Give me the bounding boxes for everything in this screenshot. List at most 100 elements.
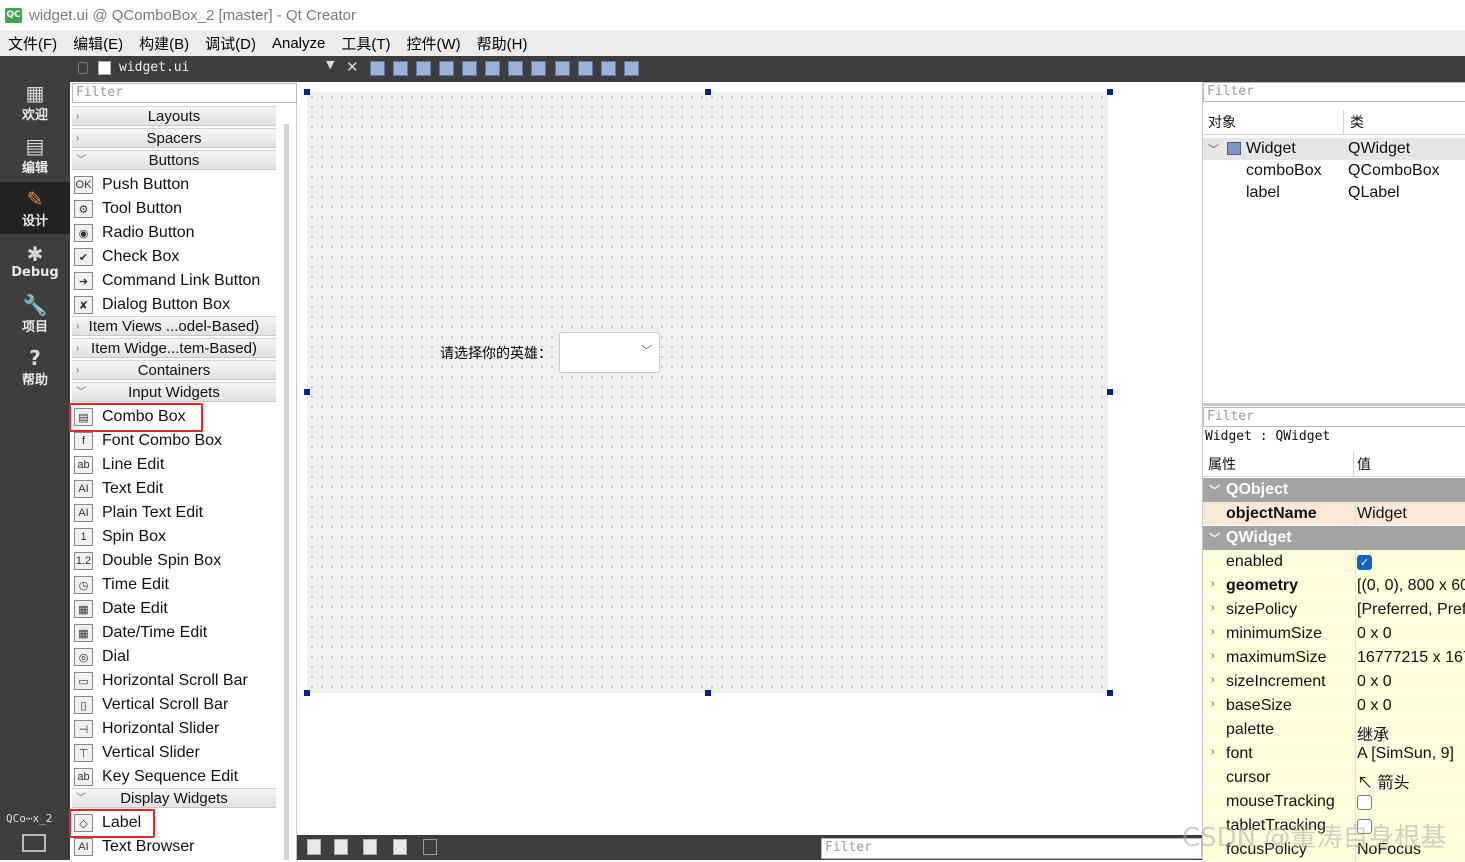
chevron-right-icon[interactable]: ›	[1211, 578, 1215, 590]
widget-category[interactable]: › Layouts	[72, 106, 276, 126]
widget-category[interactable]: ﹀ Input Widgets	[72, 382, 276, 402]
widget-item[interactable]: ✘ Dialog Button Box	[74, 293, 276, 317]
open-file-selector[interactable]: widget.ui	[98, 60, 189, 75]
menu-item[interactable]: 控件(W)	[399, 33, 469, 54]
property-value[interactable]: 0 x 0	[1355, 622, 1465, 646]
property-row[interactable]: › minimumSize 0 x 0	[1203, 622, 1465, 646]
file-dropdown-icon[interactable]: ▼	[326, 58, 334, 71]
menu-item[interactable]: Analyze	[264, 35, 333, 52]
widget-item[interactable]: ➜ Command Link Button	[74, 269, 276, 293]
edit-buddies-icon[interactable]	[416, 61, 431, 76]
paste-action-icon[interactable]	[363, 839, 377, 855]
property-checkbox[interactable]: ✓	[1357, 554, 1372, 570]
lock-icon[interactable]	[78, 62, 88, 74]
chevron-right-icon[interactable]: ›	[1211, 626, 1215, 638]
property-row[interactable]: › sizeIncrement 0 x 0	[1203, 670, 1465, 694]
widget-box-filter[interactable]: Filter	[72, 83, 297, 103]
widget-item[interactable]: ▭ Horizontal Scroll Bar	[74, 669, 276, 693]
property-row[interactable]: › maximumSize 16777215 x 16777215	[1203, 646, 1465, 670]
widget-item[interactable]: ◎ Dial	[74, 645, 276, 669]
splitter-horizontal-icon[interactable]	[508, 61, 523, 76]
mode-item[interactable]: ? 帮助	[0, 341, 70, 393]
widget-category[interactable]: ﹀ Display Widgets	[72, 788, 276, 808]
resize-handle-bottom-right[interactable]	[1107, 690, 1113, 696]
widget-item[interactable]: ab Key Sequence Edit	[74, 765, 276, 789]
object-row[interactable]: comboBox QComboBox	[1203, 160, 1465, 182]
property-row[interactable]: › geometry [(0, 0), 800 x 600]	[1203, 574, 1465, 598]
widget-item[interactable]: ▯ Vertical Scroll Bar	[74, 693, 276, 717]
widget-item[interactable]: ◉ Radio Button	[74, 221, 276, 245]
widget-category[interactable]: › Item Views ...odel-Based)	[72, 316, 276, 336]
property-value[interactable]: 16777215 x 16777215	[1355, 646, 1465, 670]
widget-category[interactable]: › Containers	[72, 360, 276, 380]
resize-handle-bottom[interactable]	[705, 690, 711, 696]
property-group[interactable]: ﹀ QWidget	[1203, 526, 1465, 550]
menu-item[interactable]: 帮助(H)	[469, 33, 536, 54]
mode-item[interactable]: ▤ 编辑	[0, 129, 70, 181]
edit-signals-icon[interactable]	[393, 61, 408, 76]
chevron-right-icon[interactable]: ›	[1211, 746, 1215, 758]
object-row[interactable]: label QLabel	[1203, 182, 1465, 204]
widget-item[interactable]: AI Plain Text Edit	[74, 501, 276, 525]
property-row[interactable]: › sizePolicy [Preferred, Preferred, 0, 0]	[1203, 598, 1465, 622]
menu-item[interactable]: 调试(D)	[197, 33, 264, 54]
property-value[interactable]: ↖ 箭头	[1355, 766, 1465, 790]
widget-item[interactable]: ▦ Date Edit	[74, 597, 276, 621]
property-value[interactable]: 0 x 0	[1355, 670, 1465, 694]
layout-grid-icon[interactable]	[578, 61, 593, 76]
chevron-right-icon[interactable]: ›	[1211, 650, 1215, 662]
menu-item[interactable]: 工具(T)	[333, 33, 398, 54]
form-label-widget[interactable]: 请选择你的英雄：	[440, 343, 552, 363]
property-row[interactable]: › baseSize 0 x 0	[1203, 694, 1465, 718]
widget-category[interactable]: ﹀ Buttons	[72, 150, 276, 170]
widget-item[interactable]: OK Push Button	[74, 173, 276, 197]
widget-item[interactable]: 1.2 Double Spin Box	[74, 549, 276, 573]
chevron-right-icon[interactable]: ›	[1211, 674, 1215, 686]
widget-category[interactable]: › Spacers	[72, 128, 276, 148]
menu-item[interactable]: 编辑(E)	[65, 33, 131, 54]
splitter-vertical-icon[interactable]	[531, 61, 546, 76]
column-property[interactable]: 属性	[1208, 454, 1236, 474]
resize-handle-left[interactable]	[304, 389, 310, 395]
mode-item[interactable]: 🔧 项目	[0, 288, 70, 340]
widget-item[interactable]: ⚙ Tool Button	[74, 197, 276, 221]
widget-item[interactable]: 1 Spin Box	[74, 525, 276, 549]
layout-vertical-icon[interactable]	[485, 61, 500, 76]
property-value[interactable]: Widget	[1355, 502, 1465, 526]
resize-handle-top-left[interactable]	[304, 89, 310, 95]
property-value[interactable]: 继承	[1355, 718, 1465, 742]
column-value[interactable]: 值	[1357, 454, 1371, 474]
delete-action-icon[interactable]	[393, 839, 407, 855]
widget-category[interactable]: › Item Widge...tem-Based)	[72, 338, 276, 358]
layout-form-icon[interactable]	[555, 61, 570, 76]
property-row[interactable]: mouseTracking	[1203, 790, 1465, 814]
object-row[interactable]: ﹀ Widget QWidget	[1203, 138, 1465, 160]
property-value[interactable]	[1355, 790, 1465, 814]
property-value[interactable]: [(0, 0), 800 x 600]	[1355, 574, 1465, 598]
property-checkbox[interactable]	[1357, 794, 1372, 810]
chevron-right-icon[interactable]: ›	[1211, 698, 1215, 710]
action-filter[interactable]: Filter	[821, 838, 1202, 859]
property-row[interactable]: enabled ✓	[1203, 550, 1465, 574]
layout-horizontal-icon[interactable]	[462, 61, 477, 76]
widget-box-scrollbar[interactable]	[284, 124, 289, 860]
designer-form[interactable]: 请选择你的英雄： ﹀	[307, 92, 1108, 693]
close-document-icon[interactable]: ✕	[346, 58, 359, 76]
property-value[interactable]: [Preferred, Preferred, 0, 0]	[1355, 598, 1465, 622]
property-value[interactable]: A [SimSun, 9]	[1355, 742, 1465, 766]
widget-item[interactable]: AI Text Browser	[74, 835, 276, 859]
mode-debug[interactable]: ✱ Debug	[0, 235, 70, 287]
resize-handle-top-right[interactable]	[1107, 89, 1113, 95]
menu-item[interactable]: 文件(F)	[0, 33, 65, 54]
property-row[interactable]: palette 继承	[1203, 718, 1465, 742]
mode-item[interactable]: ✎ 设计	[0, 182, 70, 234]
property-group[interactable]: ﹀ QObject	[1203, 478, 1465, 502]
widget-item[interactable]: ▦ Date/Time Edit	[74, 621, 276, 645]
edit-widgets-icon[interactable]	[370, 61, 385, 76]
mode-item[interactable]: ▦ 欢迎	[0, 76, 70, 128]
property-row[interactable]: cursor ↖ 箭头	[1203, 766, 1465, 790]
widget-item[interactable]: ⊣ Horizontal Slider	[74, 717, 276, 741]
resize-handle-bottom-left[interactable]	[304, 690, 310, 696]
adjust-size-icon[interactable]	[624, 61, 639, 76]
new-action-icon[interactable]	[307, 839, 321, 855]
